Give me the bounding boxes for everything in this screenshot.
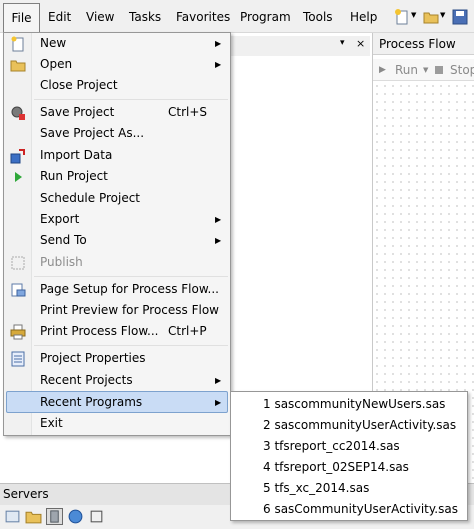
menu-item-export[interactable]: Export ▶ (6, 209, 228, 230)
pane-close-icon[interactable]: × (356, 37, 365, 50)
menu-item-label: Save Project (40, 105, 115, 119)
stop-icon (435, 66, 443, 74)
menu-item-publish: Publish (6, 252, 228, 273)
import-data-icon (10, 149, 25, 164)
left-pane-header (225, 36, 370, 56)
run-button[interactable]: Run (395, 59, 418, 81)
menu-item-open[interactable]: Open ▶ (6, 54, 228, 75)
menu-help[interactable]: Help (350, 8, 377, 26)
menu-item-label: Open (40, 57, 73, 71)
menu-item-label: Print Preview for Process Flow (40, 303, 219, 317)
menu-item-send-to[interactable]: Send To ▶ (6, 230, 228, 251)
menu-item-label: New (40, 36, 67, 50)
process-flow-title[interactable]: Process Flow (373, 33, 474, 55)
menu-item-label: Send To (40, 233, 87, 247)
server-icon[interactable] (46, 508, 63, 525)
recent-program-item[interactable]: 5 tfs_xc_2014.sas (263, 478, 369, 499)
open-folder-icon (10, 60, 26, 72)
menu-program[interactable]: Program (240, 8, 291, 26)
submenu-arrow-icon: ▶ (215, 398, 222, 407)
stop-button[interactable]: Stop (450, 59, 474, 81)
submenu-arrow-icon: ▶ (215, 236, 222, 245)
menu-item-schedule-project[interactable]: Schedule Project (6, 188, 228, 209)
new-icon (11, 36, 24, 52)
menu-tasks[interactable]: Tasks (129, 8, 161, 26)
open-dropdown-icon[interactable]: ▼ (440, 11, 445, 19)
submenu-arrow-icon: ▶ (215, 60, 222, 69)
menu-item-label: Page Setup for Process Flow... (40, 282, 219, 296)
menu-item-recent-projects[interactable]: Recent Projects ▶ (6, 370, 228, 391)
submenu-arrow-icon: ▶ (215, 215, 222, 224)
menu-item-label: Publish (40, 255, 83, 269)
submenu-arrow-icon: ▶ (215, 39, 222, 48)
menu-item-label: Save Project As... (40, 126, 145, 140)
menu-item-label: Project Properties (40, 351, 146, 365)
menu-file[interactable]: File (3, 3, 40, 33)
menu-view[interactable]: View (86, 8, 114, 26)
menu-separator (34, 276, 228, 277)
run-icon (15, 172, 22, 182)
menu-edit[interactable]: Edit (48, 8, 71, 26)
pane-menu-icon[interactable]: ▾ (340, 38, 345, 48)
publish-icon (11, 256, 25, 270)
menu-item-print-process-flow[interactable]: Print Process Flow... Ctrl+P (6, 321, 228, 342)
recent-program-item[interactable]: 3 tfsreport_cc2014.sas (263, 436, 400, 457)
menu-favorites[interactable]: Favorites (176, 8, 230, 26)
recent-program-item[interactable]: 6 sasCommunityUserActivity.sas (263, 499, 458, 520)
menu-item-label: Recent Programs (40, 395, 143, 409)
run-dropdown-icon[interactable]: ▼ (423, 59, 428, 81)
menu-item-label: Close Project (40, 78, 118, 92)
run-icon: ▶ (379, 65, 386, 75)
submenu-arrow-icon: ▶ (215, 376, 222, 385)
menu-item-shortcut: Ctrl+P (168, 324, 207, 338)
menu-item-import-data[interactable]: Import Data (6, 145, 228, 166)
new-dropdown-icon[interactable]: ▼ (411, 11, 416, 19)
menu-item-label: Import Data (40, 148, 113, 162)
menu-item-label: Run Project (40, 169, 108, 183)
properties-icon (11, 351, 25, 367)
menu-tools[interactable]: Tools (303, 8, 333, 26)
file-menu: New ▶ Open ▶ Close Project Save Project … (3, 32, 231, 436)
menu-item-label: Export (40, 212, 80, 226)
recent-programs-submenu: 1 sascommunityNewUsers.sas 2 sascommunit… (230, 391, 468, 521)
save-project-icon (11, 106, 25, 120)
menu-bar: File Edit View Tasks Favorites Program T… (0, 0, 474, 33)
menu-item-label: Exit (40, 416, 63, 430)
globe-icon[interactable] (67, 508, 84, 525)
menu-item-print-preview[interactable]: Print Preview for Process Flow (6, 300, 228, 321)
printer-icon (10, 324, 26, 340)
menu-item-close-project[interactable]: Close Project (6, 75, 228, 96)
process-flow-toolbar: ▶ Run ▼ Stop (373, 59, 474, 81)
recent-program-item[interactable]: 2 sascommunityUserActivity.sas (263, 415, 456, 436)
menu-item-label: Print Process Flow... (40, 324, 159, 338)
menu-item-save-project-as[interactable]: Save Project As... (6, 123, 228, 144)
menu-item-project-properties[interactable]: Project Properties (6, 348, 228, 369)
menu-item-label: Schedule Project (40, 191, 141, 205)
menu-separator (34, 99, 228, 100)
page-setup-icon (11, 283, 26, 297)
menu-item-run-project[interactable]: Run Project (6, 166, 228, 187)
menu-separator (34, 345, 228, 346)
menu-item-recent-programs[interactable]: Recent Programs ▶ (6, 391, 228, 413)
menu-item-save-project[interactable]: Save Project Ctrl+S (6, 102, 228, 123)
disconnect-icon[interactable] (88, 508, 105, 525)
refresh-icon[interactable] (4, 508, 21, 525)
folder-icon[interactable] (25, 508, 42, 525)
new-document-icon[interactable] (394, 9, 410, 25)
menu-item-shortcut: Ctrl+S (168, 105, 208, 119)
open-folder-icon[interactable] (423, 9, 439, 25)
menu-item-label: Recent Projects (40, 373, 133, 387)
save-icon[interactable] (452, 9, 468, 25)
recent-program-item[interactable]: 1 sascommunityNewUsers.sas (263, 394, 445, 415)
menu-item-new[interactable]: New ▶ (6, 33, 228, 54)
menu-item-exit[interactable]: Exit (6, 413, 228, 434)
menu-item-page-setup[interactable]: Page Setup for Process Flow... (6, 279, 228, 300)
recent-program-item[interactable]: 4 tfsreport_02SEP14.sas (263, 457, 409, 478)
